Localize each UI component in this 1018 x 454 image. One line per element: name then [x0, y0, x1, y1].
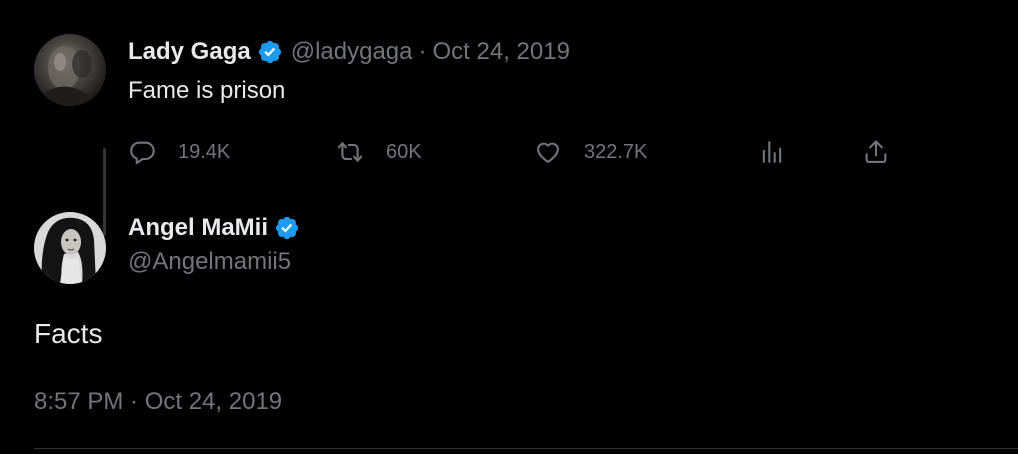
reply-timestamp[interactable]: 8:57 PM · Oct 24, 2019 [34, 388, 282, 416]
like-count: 322.7K [584, 140, 648, 163]
retweet-icon [336, 138, 364, 166]
avatar-angel-mamii-image [34, 212, 106, 284]
reply-author-avatar[interactable] [34, 212, 106, 284]
views-button[interactable] [758, 136, 786, 168]
separator-dot: · [418, 38, 427, 65]
author-avatar[interactable] [34, 34, 106, 106]
author-handle[interactable]: @ladygaga [291, 38, 413, 66]
share-icon [862, 138, 890, 166]
reply-text: Facts [34, 318, 103, 349]
tweet-header: Lady Gaga @ladygaga · Oct 24, 2019 [128, 36, 570, 68]
reply-icon [128, 138, 156, 166]
retweet-count: 60K [386, 140, 422, 163]
tweet-thread: Lady Gaga @ladygaga · Oct 24, 2019 Fame … [0, 0, 1018, 454]
divider [34, 448, 1018, 449]
tweet-text: Fame is prison [128, 77, 286, 104]
author-name[interactable]: Lady Gaga [128, 38, 251, 66]
reply-author-handle[interactable]: @Angelmamii5 [128, 248, 291, 276]
reply-header: Angel MaMii [128, 212, 300, 244]
reply-count: 19.4K [178, 140, 231, 163]
views-chart-icon [758, 138, 786, 166]
thread-connector-line [103, 148, 106, 236]
like-button[interactable]: 322.7K [534, 136, 647, 168]
tweet-actions: 19.4K 60K 322.7K [128, 136, 908, 168]
heart-icon [534, 138, 562, 166]
parent-tweet[interactable]: Lady Gaga @ladygaga · Oct 24, 2019 Fame … [34, 34, 994, 236]
reply-button[interactable]: 19.4K [128, 136, 230, 168]
tweet-date[interactable]: Oct 24, 2019 [433, 38, 570, 66]
retweet-button[interactable]: 60K [336, 136, 422, 168]
verified-badge-icon [274, 215, 300, 241]
avatar-lady-gaga-image [34, 34, 106, 106]
reply-author-name[interactable]: Angel MaMii [128, 214, 268, 242]
verified-badge-icon [257, 39, 283, 65]
share-button[interactable] [862, 136, 890, 168]
